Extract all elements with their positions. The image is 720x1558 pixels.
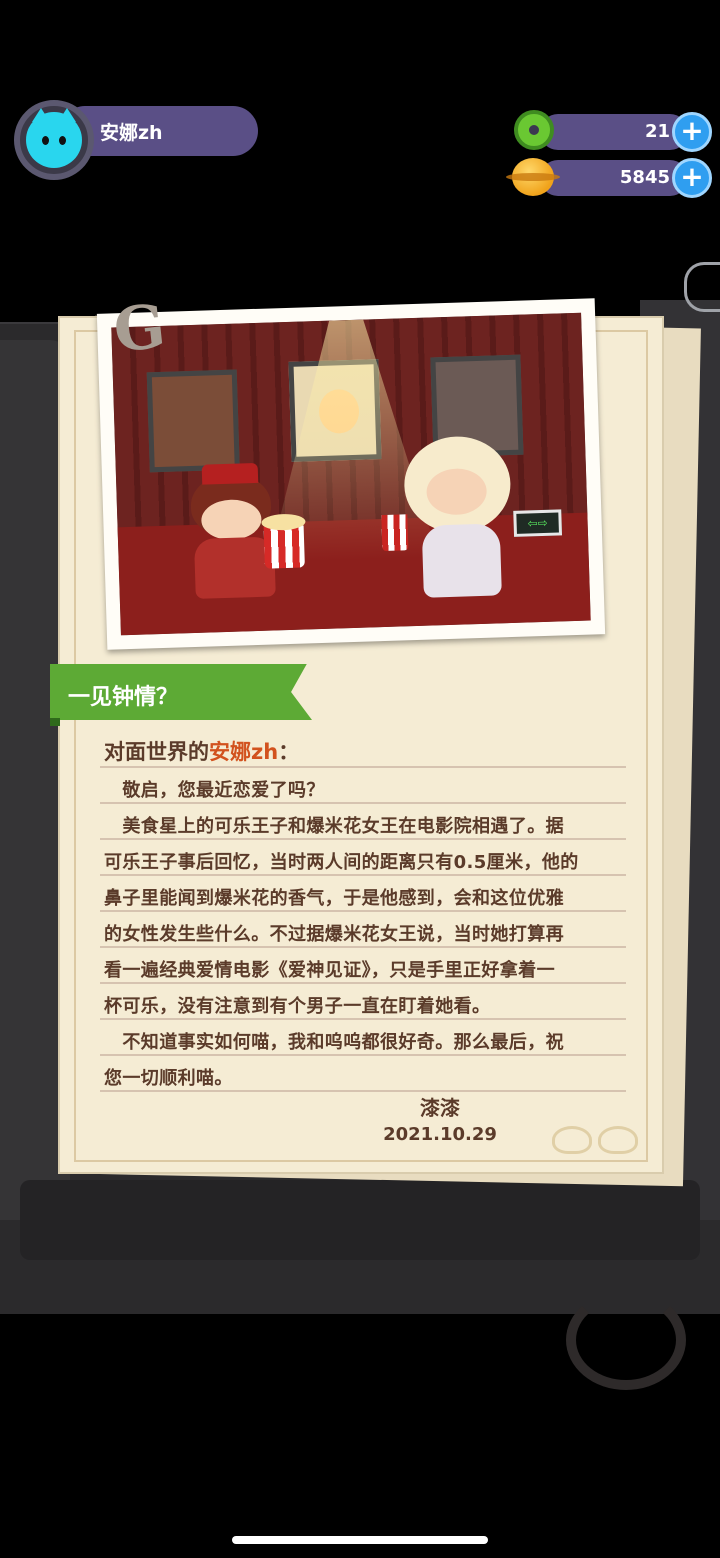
avatar[interactable] <box>26 108 82 168</box>
ruled-line <box>100 802 626 804</box>
planet-coin-icon <box>506 158 560 196</box>
ribbon-fold <box>50 718 60 726</box>
movie-poster-couple <box>146 369 240 473</box>
letter-photo[interactable]: ⇦⇨ <box>96 298 606 650</box>
cat-paw-stamp-icon <box>552 1126 592 1154</box>
home-indicator[interactable] <box>232 1536 488 1544</box>
ruled-line <box>100 766 626 768</box>
letter-line: 美食星上的可乐王子和爆米花女王在电影院相遇了。据 <box>104 816 564 837</box>
letter-date: 2021.10.29 <box>383 1124 497 1145</box>
letter-greeting: 对面世界的安娜zh： <box>104 736 299 766</box>
donut-icon <box>514 110 554 150</box>
player-name: 安娜zh <box>100 122 163 144</box>
ruled-line <box>100 982 626 984</box>
cola-cup-icon <box>381 514 409 552</box>
letter-line: 可乐王子事后回忆，当时两人间的距离只有0.5厘米，他的 <box>104 852 579 873</box>
letter-line: 鼻子里能闻到爆米花的香气，于是他感到，会和这位优雅 <box>104 888 564 909</box>
ruled-line <box>100 1054 626 1056</box>
letter-line: 不知道事实如何喵，我和呜呜都很好奇。那么最后，祝 <box>104 1032 564 1053</box>
letter-line: 看一遍经典爱情电影《爱神见证》，只是手里正好拿着一 <box>104 960 555 981</box>
book-ring <box>566 1290 686 1390</box>
letter-line: 您一切顺利喵。 <box>104 1068 233 1089</box>
greeting-suffix: ： <box>278 740 300 764</box>
ruled-line <box>100 874 626 876</box>
ruled-line <box>100 1090 626 1092</box>
letter-line: 敬启，您最近恋爱了吗？ <box>104 780 325 801</box>
exit-sign-icon: ⇦⇨ <box>513 509 563 537</box>
chapter-letter-mark: G <box>110 291 169 367</box>
add-donut-button[interactable]: + <box>672 112 712 152</box>
book-spine <box>20 1180 700 1260</box>
coin-count: 5845 <box>619 167 670 188</box>
letter-signature: 漆漆 <box>420 1096 460 1120</box>
paper-clip-icon <box>684 262 720 312</box>
letter-title: 一见钟情？ <box>68 685 179 710</box>
ruled-line <box>100 838 626 840</box>
letter-line: 的女性发生些什么。不过据爆米花女王说，当时她打算再 <box>104 924 564 945</box>
ruled-line <box>100 946 626 948</box>
letter-line: 杯可乐，没有注意到有个男子一直在盯着她看。 <box>104 996 491 1017</box>
popcorn-icon <box>263 525 305 569</box>
cat-paw-stamp-icon <box>598 1126 638 1154</box>
ruled-line <box>100 1018 626 1020</box>
ruled-line <box>100 910 626 912</box>
recipient-name: 安娜zh <box>209 740 279 764</box>
greeting-prefix: 对面世界的 <box>104 740 209 764</box>
popcorn-queen-character <box>402 435 518 608</box>
donut-count: 21 <box>644 121 670 142</box>
add-coin-button[interactable]: + <box>672 158 712 198</box>
cinema-scene-image: ⇦⇨ <box>111 312 591 636</box>
